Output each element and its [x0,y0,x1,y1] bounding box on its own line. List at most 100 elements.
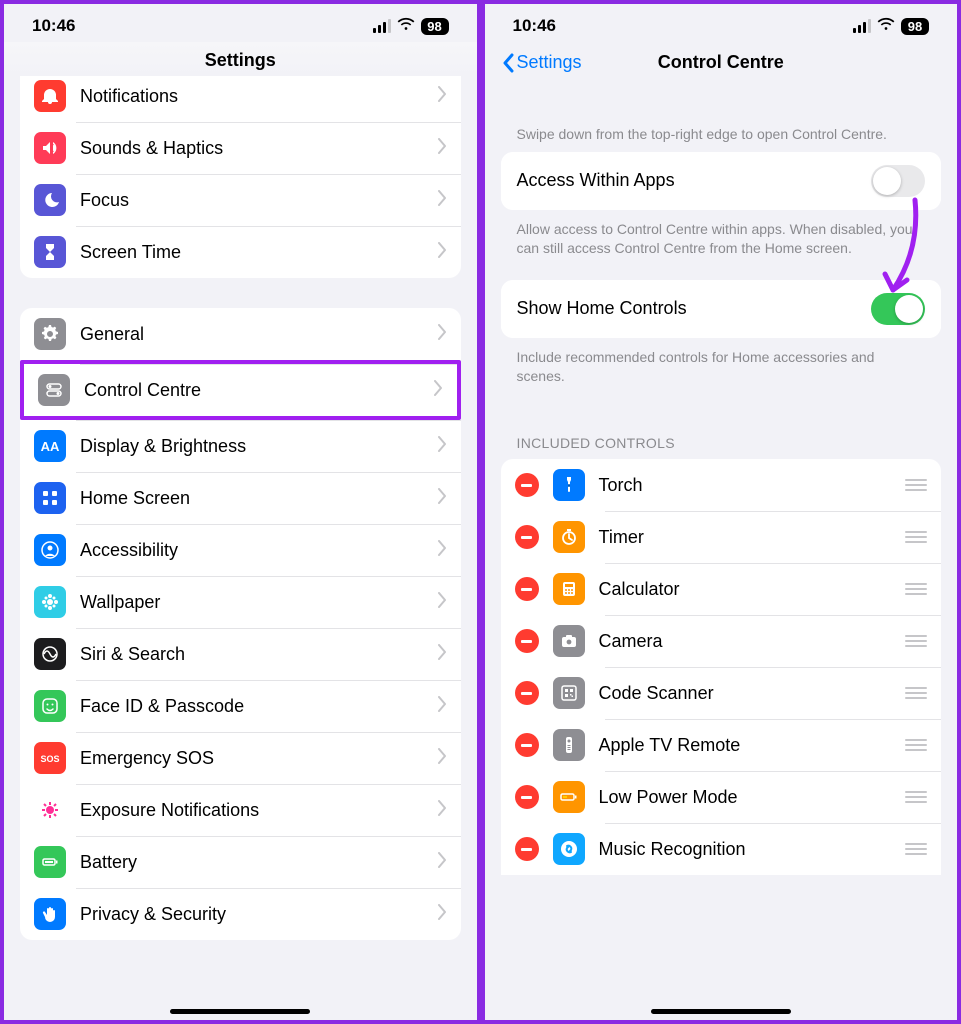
siri-icon [34,638,66,670]
drag-handle-icon[interactable] [905,687,927,699]
row-label: Focus [80,190,438,211]
privacy-icon [34,898,66,930]
remove-button[interactable] [515,629,539,653]
control-label: Apple TV Remote [599,735,906,756]
settings-row-display[interactable]: AA Display & Brightness [20,420,461,472]
remove-button[interactable] [515,525,539,549]
row-label: Exposure Notifications [80,800,438,821]
svg-text:SOS: SOS [40,754,59,764]
music-icon [553,833,585,865]
row-label: Privacy & Security [80,904,438,925]
nav-header: Settings [4,42,477,76]
row-label: Sounds & Haptics [80,138,438,159]
hint-home: Include recommended controls for Home ac… [485,338,958,394]
control-label: Camera [599,631,906,652]
remove-button[interactable] [515,837,539,861]
remove-button[interactable] [515,577,539,601]
settings-row-sos[interactable]: SOS Emergency SOS [20,732,461,784]
control-row-camera: Camera [501,615,942,667]
home-indicator[interactable] [170,1009,310,1014]
chevron-right-icon [438,540,447,561]
control-label: Code Scanner [599,683,906,704]
settings-row-screentime[interactable]: Screen Time [20,226,461,278]
settings-row-privacy[interactable]: Privacy & Security [20,888,461,940]
status-icons: 98 [373,16,449,36]
settings-row-battery[interactable]: Battery [20,836,461,888]
control-row-timer: Timer [501,511,942,563]
drag-handle-icon[interactable] [905,479,927,491]
wifi-icon [877,16,895,36]
chevron-right-icon [438,592,447,613]
wallpaper-icon [34,586,66,618]
screenshot-left-settings: 10:46 98 Settings Notifications Sounds &… [0,0,481,1024]
remove-button[interactable] [515,473,539,497]
cellular-icon [853,19,871,33]
row-label: Battery [80,852,438,873]
settings-row-notifications[interactable]: Notifications [20,76,461,122]
drag-handle-icon[interactable] [905,635,927,647]
back-button[interactable]: Settings [501,52,582,73]
remove-button[interactable] [515,681,539,705]
settings-row-accessibility[interactable]: Accessibility [20,524,461,576]
settings-row-faceid[interactable]: Face ID & Passcode [20,680,461,732]
accessibility-icon [34,534,66,566]
control-row-calculator: Calculator [501,563,942,615]
sounds-icon [34,132,66,164]
row-label: Notifications [80,86,438,107]
drag-handle-icon[interactable] [905,843,927,855]
settings-row-wallpaper[interactable]: Wallpaper [20,576,461,628]
timer-icon [553,521,585,553]
row-label: Home Screen [80,488,438,509]
toggle-label: Show Home Controls [517,298,872,319]
chevron-right-icon [438,436,447,457]
settings-row-focus[interactable]: Focus [20,174,461,226]
settings-row-siri[interactable]: Siri & Search [20,628,461,680]
control-row-music: Music Recognition [501,823,942,875]
toggle-show-home-controls[interactable] [871,293,925,325]
svg-text:AA: AA [41,439,60,454]
remove-button[interactable] [515,733,539,757]
toggle-access-within-apps[interactable] [871,165,925,197]
focus-icon [34,184,66,216]
hint-swipe: Swipe down from the top-right edge to op… [485,85,958,152]
remove-button[interactable] [515,785,539,809]
row-label: Wallpaper [80,592,438,613]
screentime-icon [34,236,66,268]
settings-row-sounds[interactable]: Sounds & Haptics [20,122,461,174]
drag-handle-icon[interactable] [905,791,927,803]
status-bar: 10:46 98 [485,4,958,42]
battery-icon: 98 [421,18,449,35]
chevron-right-icon [438,242,447,263]
settings-row-controlcentre[interactable]: Control Centre [20,360,461,420]
control-label: Calculator [599,579,906,600]
nav-header: Settings Control Centre [485,42,958,85]
screenshot-right-control-centre: 10:46 98 Settings Control Centre Swipe d… [481,0,961,1024]
settings-row-general[interactable]: General [20,308,461,360]
control-label: Torch [599,475,906,496]
settings-scroll[interactable]: Notifications Sounds & Haptics Focus Scr… [4,76,477,1020]
chevron-right-icon [438,324,447,345]
settings-row-exposure[interactable]: Exposure Notifications [20,784,461,836]
control-centre-scroll[interactable]: Swipe down from the top-right edge to op… [485,85,958,1020]
drag-handle-icon[interactable] [905,531,927,543]
toggle-access-group: Access Within Apps [501,152,942,210]
toggle-home-group: Show Home Controls [501,280,942,338]
chevron-right-icon [438,800,447,821]
chevron-right-icon [438,86,447,107]
drag-handle-icon[interactable] [905,583,927,595]
wifi-icon [397,16,415,36]
torch-icon [553,469,585,501]
faceid-icon [34,690,66,722]
control-label: Low Power Mode [599,787,906,808]
settings-row-homescreen[interactable]: Home Screen [20,472,461,524]
appletv-icon [553,729,585,761]
row-label: Emergency SOS [80,748,438,769]
exposure-icon [34,794,66,826]
control-row-codescanner: Code Scanner [501,667,942,719]
sos-icon: SOS [34,742,66,774]
row-label: Control Centre [84,380,434,401]
drag-handle-icon[interactable] [905,739,927,751]
control-row-appletv: Apple TV Remote [501,719,942,771]
home-indicator[interactable] [651,1009,791,1014]
chevron-right-icon [438,190,447,211]
